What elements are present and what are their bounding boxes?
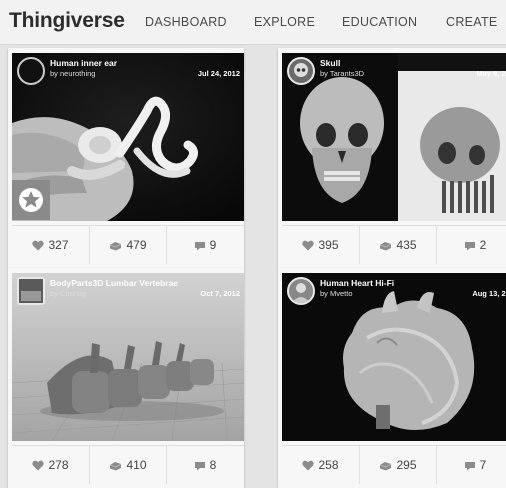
thing-meta: Human Heart Hi-Fi by Mvetto Aug 13, 201 [282,273,506,313]
thing-card[interactable]: BodyParts3D Lumbar Vertebrae by Cborsig … [8,268,244,488]
top-navigation-bar: Thingiverse DASHBOARD EXPLORE EDUCATION … [0,0,506,45]
thing-meta: Skull by Tarants3D May 8, 201 [282,53,506,93]
collect-icon [110,241,122,251]
collect-icon [380,241,392,251]
thing-author[interactable]: by neurothing [50,69,95,78]
nav-education[interactable]: EDUCATION [342,15,417,29]
collect-count: 410 [126,458,147,472]
like-button[interactable]: 327 [12,226,89,264]
thing-card[interactable]: Skull by Tarants3D May 8, 201 395 435 2 [278,48,506,268]
comment-count: 9 [209,238,217,252]
thing-date: May 8, 201 [476,69,506,78]
thing-author[interactable]: by Cborsig [50,289,86,298]
thing-title[interactable]: BodyParts3D Lumbar Vertebrae [50,278,178,288]
like-button[interactable]: 395 [282,226,359,264]
comment-button[interactable]: 2 [436,226,506,264]
comment-count: 2 [479,238,487,252]
avatar[interactable] [17,277,45,305]
comment-button[interactable]: 9 [166,226,243,264]
thing-date: Jul 24, 2012 [197,69,240,78]
thing-title[interactable]: Human inner ear [50,58,117,68]
avatar[interactable] [287,57,315,85]
like-button[interactable]: 258 [282,446,359,484]
thing-meta: Human inner ear by neurothing Jul 24, 20… [12,53,244,93]
thing-date: Aug 13, 201 [472,289,506,298]
thing-author[interactable]: by Tarants3D [320,69,364,78]
thing-date: Oct 7, 2012 [200,289,240,298]
nav-dashboard[interactable]: DASHBOARD [145,15,227,29]
avatar[interactable] [17,57,45,85]
collect-count: 435 [396,238,417,252]
like-count: 278 [48,458,69,472]
collect-icon [110,461,122,471]
comment-count: 8 [209,458,217,472]
comment-count: 7 [479,458,487,472]
comment-icon [464,241,475,251]
comment-button[interactable]: 8 [166,446,243,484]
collect-button[interactable]: 295 [359,446,436,484]
like-button[interactable]: 278 [12,446,89,484]
thing-stats: 278 410 8 [12,445,244,484]
thingiverse-logo[interactable]: Thingiverse [9,9,125,33]
thing-card[interactable]: Human Heart Hi-Fi by Mvetto Aug 13, 201 … [278,268,506,488]
heart-icon [32,460,45,471]
thing-meta: BodyParts3D Lumbar Vertebrae by Cborsig … [12,273,244,313]
thing-title[interactable]: Human Heart Hi-Fi [320,278,394,288]
thing-stats: 395 435 2 [282,225,506,264]
heart-icon [302,240,315,251]
avatar-image [292,283,310,303]
avatar-image [19,279,43,303]
comment-icon [194,241,205,251]
avatar-image [294,63,308,77]
thing-author[interactable]: by Mvetto [320,289,353,298]
comment-button[interactable]: 7 [436,446,506,484]
comment-icon [194,461,205,471]
collect-button[interactable]: 479 [89,226,166,264]
thing-stats: 258 295 7 [282,445,506,484]
avatar[interactable] [287,277,315,305]
thing-stats: 327 479 9 [12,225,244,264]
collect-count: 295 [396,458,417,472]
like-count: 395 [318,238,339,252]
comment-icon [464,461,475,471]
collect-icon [380,461,392,471]
like-count: 258 [318,458,339,472]
heart-icon [302,460,315,471]
featured-badge [12,180,50,220]
collect-button[interactable]: 435 [359,226,436,264]
thing-title[interactable]: Skull [320,58,340,68]
star-icon [19,188,43,212]
nav-create[interactable]: CREATE [446,15,498,29]
heart-icon [32,240,45,251]
nav-explore[interactable]: EXPLORE [254,15,315,29]
collect-count: 479 [126,238,147,252]
like-count: 327 [48,238,69,252]
collect-button[interactable]: 410 [89,446,166,484]
thing-card[interactable]: Human inner ear by neurothing Jul 24, 20… [8,48,244,268]
